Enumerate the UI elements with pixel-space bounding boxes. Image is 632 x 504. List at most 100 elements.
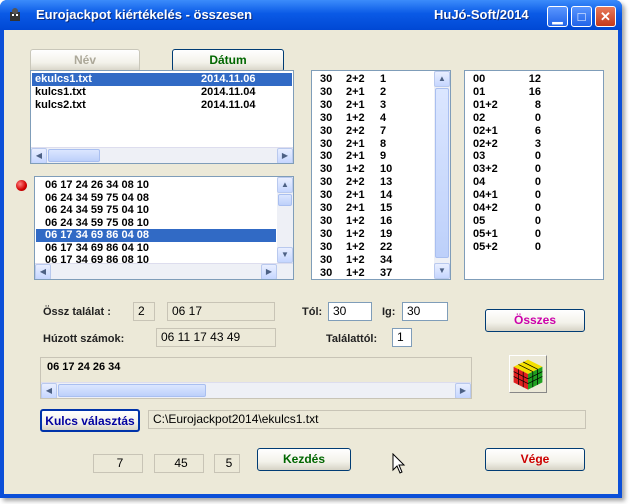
summary-category[interactable]: 03 bbox=[473, 150, 485, 163]
file-name[interactable]: kulcs2.txt bbox=[35, 99, 86, 112]
result-type[interactable]: 1+2 bbox=[346, 112, 365, 125]
file-list[interactable]: ekulcs1.txt 2014.11.06 kulcs1.txt 2014.11.0… bbox=[30, 70, 294, 164]
exit-button[interactable]: Vége bbox=[485, 448, 585, 471]
name-sort-button[interactable]: Név bbox=[30, 49, 140, 72]
summary-value[interactable]: 0 bbox=[525, 163, 541, 176]
combo-list[interactable]: 06 17 24 26 34 08 10 06 24 34 59 75 04 08… bbox=[34, 176, 294, 280]
start-button[interactable]: Kezdés bbox=[257, 448, 351, 471]
summary-category[interactable]: 02+2 bbox=[473, 138, 498, 151]
result-index[interactable]: 34 bbox=[380, 254, 392, 267]
combo-list-vscroll[interactable]: ▲ ▼ bbox=[277, 177, 293, 263]
list-item[interactable]: 06 17 34 69 86 04 10 bbox=[45, 242, 149, 255]
date-sort-button[interactable]: Dátum bbox=[172, 49, 284, 72]
close-button[interactable]: ✕ bbox=[595, 6, 616, 27]
title-bar[interactable]: Eurojackpot kiértékelés - összesen HuJó-… bbox=[0, 0, 622, 30]
drawn-list-hscroll[interactable]: ◀ ▶ bbox=[41, 382, 471, 398]
result-count[interactable]: 30 bbox=[320, 150, 332, 163]
file-name[interactable]: kulcs1.txt bbox=[35, 86, 86, 99]
summary-category[interactable]: 05+1 bbox=[473, 228, 498, 241]
summary-value[interactable]: 12 bbox=[525, 73, 541, 86]
file-date[interactable]: 2014.11.04 bbox=[201, 99, 255, 112]
summary-value[interactable]: 0 bbox=[525, 202, 541, 215]
result-index[interactable]: 22 bbox=[380, 241, 392, 254]
file-list-hscroll[interactable]: ◀ ▶ bbox=[31, 147, 293, 163]
scroll-left-icon[interactable]: ◀ bbox=[41, 383, 57, 398]
result-type[interactable]: 2+1 bbox=[346, 99, 365, 112]
result-count[interactable]: 30 bbox=[320, 202, 332, 215]
summary-value[interactable]: 0 bbox=[525, 150, 541, 163]
scroll-thumb[interactable] bbox=[435, 88, 449, 258]
file-date[interactable]: 2014.11.06 bbox=[201, 73, 256, 86]
result-count[interactable]: 30 bbox=[320, 86, 332, 99]
result-count[interactable]: 30 bbox=[320, 189, 332, 202]
summary-category[interactable]: 02 bbox=[473, 112, 485, 125]
results-list[interactable]: 30 2+2 1 30 2+1 2 30 2+1 3 30 1+2 4 30 2+2 7 30 2+1 8 30 2+… bbox=[311, 70, 451, 280]
summary-value[interactable]: 0 bbox=[525, 215, 541, 228]
result-index[interactable]: 10 bbox=[380, 163, 392, 176]
result-type[interactable]: 1+2 bbox=[346, 254, 365, 267]
result-index[interactable]: 19 bbox=[380, 228, 392, 241]
result-count[interactable]: 30 bbox=[320, 241, 332, 254]
summary-category[interactable]: 00 bbox=[473, 73, 485, 86]
result-index[interactable]: 8 bbox=[380, 138, 386, 151]
result-type[interactable]: 1+2 bbox=[346, 241, 365, 254]
summary-value[interactable]: 0 bbox=[525, 241, 541, 254]
summary-category[interactable]: 04+1 bbox=[473, 189, 498, 202]
result-type[interactable]: 1+2 bbox=[346, 163, 365, 176]
result-index[interactable]: 7 bbox=[380, 125, 386, 138]
key-select-button[interactable]: Kulcs választás bbox=[40, 409, 140, 432]
result-type[interactable]: 2+1 bbox=[346, 150, 365, 163]
to-input[interactable]: 30 bbox=[402, 302, 448, 321]
scroll-thumb[interactable] bbox=[278, 194, 292, 206]
result-index[interactable]: 4 bbox=[380, 112, 386, 125]
list-item[interactable]: 06 17 34 69 86 04 08 bbox=[36, 229, 276, 242]
summary-category[interactable]: 02+1 bbox=[473, 125, 498, 138]
scroll-right-icon[interactable]: ▶ bbox=[277, 148, 293, 163]
result-type[interactable]: 1+2 bbox=[346, 267, 365, 280]
summary-value[interactable]: 16 bbox=[525, 86, 541, 99]
result-index[interactable]: 2 bbox=[380, 86, 386, 99]
result-count[interactable]: 30 bbox=[320, 125, 332, 138]
result-count[interactable]: 30 bbox=[320, 112, 332, 125]
result-type[interactable]: 2+1 bbox=[346, 86, 365, 99]
summary-category[interactable]: 05+2 bbox=[473, 241, 498, 254]
rubik-cube-icon[interactable] bbox=[509, 355, 547, 393]
result-count[interactable]: 30 bbox=[320, 73, 332, 86]
result-count[interactable]: 30 bbox=[320, 215, 332, 228]
scroll-thumb[interactable] bbox=[48, 149, 100, 162]
summary-value[interactable]: 0 bbox=[525, 176, 541, 189]
result-index[interactable]: 16 bbox=[380, 215, 392, 228]
result-type[interactable]: 1+2 bbox=[346, 215, 365, 228]
scroll-up-icon[interactable]: ▲ bbox=[277, 177, 293, 193]
result-index[interactable]: 1 bbox=[380, 73, 386, 86]
list-item[interactable]: 06 24 34 59 75 04 08 bbox=[45, 192, 149, 205]
summary-list[interactable]: 00 12 01 16 01+2 8 02 0 02+1 6 02+2 3 03 0 03+2 0 04 0 04+… bbox=[464, 70, 604, 280]
summary-value[interactable]: 8 bbox=[525, 99, 541, 112]
summary-category[interactable]: 01+2 bbox=[473, 99, 498, 112]
from-input[interactable]: 30 bbox=[328, 302, 372, 321]
summary-category[interactable]: 01 bbox=[473, 86, 485, 99]
scroll-left-icon[interactable]: ◀ bbox=[31, 148, 47, 163]
result-index[interactable]: 37 bbox=[380, 267, 392, 280]
summary-category[interactable]: 04+2 bbox=[473, 202, 498, 215]
result-index[interactable]: 13 bbox=[380, 176, 392, 189]
summary-category[interactable]: 04 bbox=[473, 176, 485, 189]
result-count[interactable]: 30 bbox=[320, 267, 332, 280]
result-index[interactable]: 14 bbox=[380, 189, 392, 202]
result-type[interactable]: 2+2 bbox=[346, 176, 365, 189]
file-name[interactable]: ekulcs1.txt bbox=[35, 73, 92, 86]
results-vscroll[interactable]: ▲ ▼ bbox=[434, 71, 450, 279]
result-count[interactable]: 30 bbox=[320, 163, 332, 176]
scroll-right-icon[interactable]: ▶ bbox=[455, 383, 471, 398]
result-count[interactable]: 30 bbox=[320, 138, 332, 151]
maximize-button[interactable]: □ bbox=[571, 6, 592, 27]
combo-list-hscroll[interactable]: ◀ ▶ bbox=[35, 263, 293, 279]
result-type[interactable]: 1+2 bbox=[346, 228, 365, 241]
file-date[interactable]: 2014.11.04 bbox=[201, 86, 255, 99]
scroll-down-icon[interactable]: ▼ bbox=[434, 263, 450, 279]
list-item[interactable]: 06 17 24 26 34 bbox=[47, 361, 120, 374]
result-type[interactable]: 2+1 bbox=[346, 138, 365, 151]
result-count[interactable]: 30 bbox=[320, 228, 332, 241]
summary-category[interactable]: 05 bbox=[473, 215, 485, 228]
list-item[interactable]: 06 17 24 26 34 08 10 bbox=[45, 179, 149, 192]
